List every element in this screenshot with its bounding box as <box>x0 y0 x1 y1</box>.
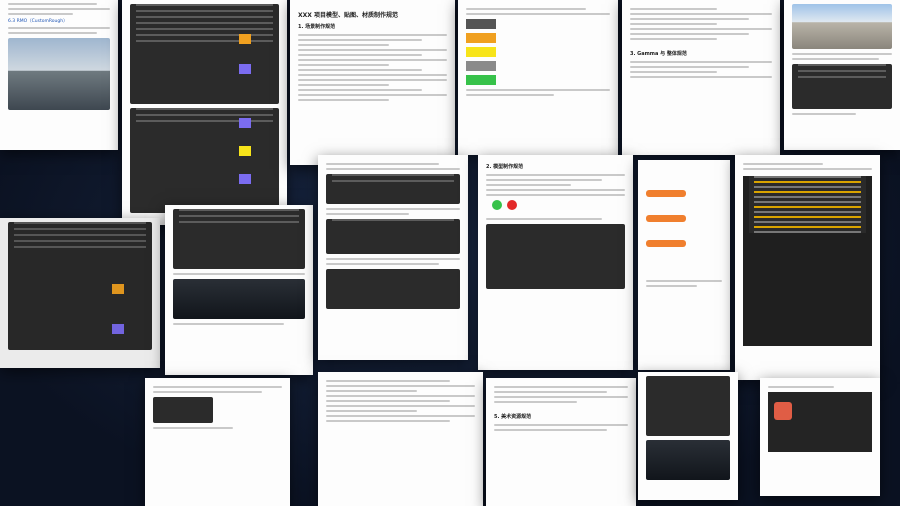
color-dots <box>492 200 619 214</box>
section-heading: 1. 场景制作规范 <box>298 24 336 30</box>
flow-box <box>646 215 686 222</box>
doc-page-13 <box>145 378 290 506</box>
plaza-photo <box>792 4 892 49</box>
doc-page-14 <box>318 372 483 506</box>
section-heading-5: 5. 美术资源规范 <box>494 414 532 420</box>
doc-page-2 <box>122 0 287 225</box>
doc-title: XXX 项目模型、贴图、材质制作规范 <box>298 12 398 19</box>
material-panel <box>130 108 279 213</box>
file-list <box>326 174 460 204</box>
doc-page-6 <box>784 0 900 150</box>
texture-thumb <box>466 61 496 71</box>
dark-panel <box>792 64 892 109</box>
node-graph <box>326 219 460 254</box>
orange-swatch <box>239 34 251 44</box>
section-heading-2: 2. 模型制作规范 <box>486 164 524 170</box>
green-dot <box>492 200 502 210</box>
blue-swatch <box>239 174 251 184</box>
viewport <box>326 269 460 309</box>
swatch-panel <box>153 397 213 423</box>
texture-thumb <box>466 47 496 57</box>
texture-thumb <box>466 19 496 29</box>
flow-box <box>646 240 686 247</box>
doc-page-3: XXX 项目模型、贴图、材质制作规范 1. 场景制作规范 <box>290 0 455 165</box>
material-panel <box>8 222 152 350</box>
doc-page-17 <box>760 378 880 496</box>
doc-page-7 <box>0 218 160 368</box>
doc-page-16 <box>638 372 738 500</box>
doc-page-8 <box>165 205 313 375</box>
game-screenshot <box>646 376 730 436</box>
settings-panel <box>130 4 279 104</box>
orange-swatch <box>112 284 124 294</box>
blue-swatch <box>239 118 251 128</box>
character-render <box>173 279 305 319</box>
texture-thumb <box>466 75 496 85</box>
building-photo <box>8 38 110 110</box>
settings-panel <box>173 209 305 269</box>
app-window <box>768 392 872 452</box>
section-heading-3: 3. Gamma 与 整体规范 <box>630 51 687 57</box>
game-render <box>646 440 730 480</box>
doc-page-9 <box>318 155 468 360</box>
doc-page-10: 2. 模型制作规范 <box>478 155 633 370</box>
viewport <box>486 224 625 289</box>
red-dot <box>507 200 518 210</box>
flow-box <box>646 190 686 197</box>
asset-browser <box>743 176 872 346</box>
texture-thumb <box>466 33 496 43</box>
doc-page-1: 6.3 RMO（CustomRough） <box>0 0 118 150</box>
doc-page-15: 5. 美术资源规范 <box>486 378 636 506</box>
blue-swatch <box>239 64 251 74</box>
blue-swatch <box>112 324 124 334</box>
doc-page-4 <box>458 0 618 155</box>
section-link[interactable]: 6.3 RMO（CustomRough） <box>8 18 110 24</box>
app-icon <box>774 402 792 420</box>
yellow-swatch <box>239 146 251 156</box>
doc-page-11 <box>638 160 730 370</box>
doc-page-5: 3. Gamma 与 整体规范 <box>622 0 780 155</box>
doc-page-12 <box>735 155 880 380</box>
